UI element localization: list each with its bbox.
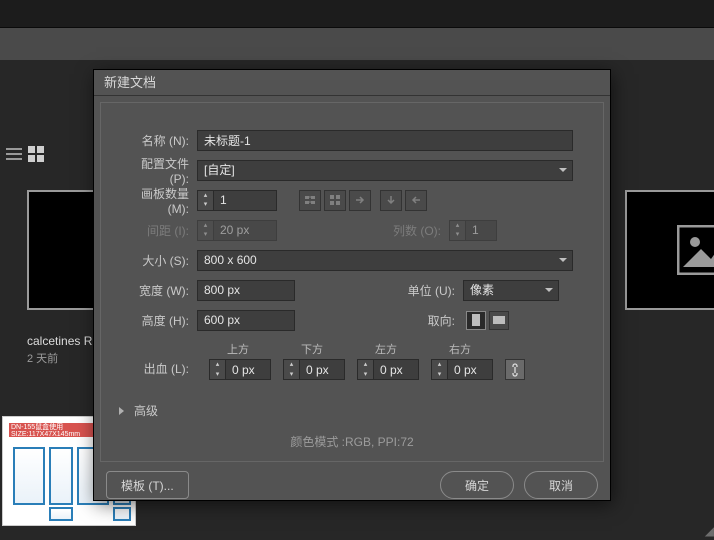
bleed-bottom-input[interactable] xyxy=(300,360,344,379)
label-bleed-left: 左方 xyxy=(357,341,419,357)
new-document-dialog: 新建文档 名称 (N): 配置文件 (P): [自定] 画板数量 (M): ▴▾ xyxy=(94,70,610,500)
label-width: 宽度 (W): xyxy=(119,282,197,299)
label-bleed-top: 上方 xyxy=(209,341,271,357)
arrange-grid-row-icon xyxy=(299,190,321,211)
spinner-handle-icon[interactable]: ▴▾ xyxy=(198,191,214,210)
width-input[interactable] xyxy=(197,280,295,301)
image-placeholder-icon xyxy=(625,190,714,310)
bleed-left-input[interactable] xyxy=(374,360,418,379)
bleed-left-spinner[interactable]: ▴▾ xyxy=(357,359,419,380)
columns-input xyxy=(466,221,496,240)
resize-grip-icon[interactable]: ◢ xyxy=(705,524,712,538)
bleed-top-spinner[interactable]: ▴▾ xyxy=(209,359,271,380)
ok-button[interactable]: 确定 xyxy=(440,471,514,499)
bleed-bottom-spinner[interactable]: ▴▾ xyxy=(283,359,345,380)
name-input[interactable] xyxy=(197,130,573,151)
dialog-title: 新建文档 xyxy=(94,70,610,96)
recent-file-2-subtitle: 8 下午 xyxy=(625,350,714,366)
label-bleed: 出血 (L): xyxy=(119,359,197,380)
advanced-label: 高级 xyxy=(134,402,158,419)
bleed-right-spinner[interactable]: ▴▾ xyxy=(431,359,493,380)
size-select[interactable]: 800 x 600 xyxy=(197,250,573,271)
bleed-link-button[interactable] xyxy=(505,359,525,380)
bleed-right-input[interactable] xyxy=(448,360,492,379)
dialog-body: 名称 (N): 配置文件 (P): [自定] 画板数量 (M): ▴▾ xyxy=(100,102,604,462)
label-size: 大小 (S): xyxy=(119,252,197,269)
thumb-red-line2: SIZE:117X47X145mm xyxy=(11,431,80,438)
label-bleed-bottom: 下方 xyxy=(283,341,345,357)
app-toolbar xyxy=(0,28,714,60)
cancel-button[interactable]: 取消 xyxy=(524,471,598,499)
height-input[interactable] xyxy=(197,310,295,331)
thumb-red-line1: DN-155鼠盒使用 xyxy=(11,424,63,431)
artboard-count-spinner[interactable]: ▴▾ xyxy=(197,190,277,211)
orientation-landscape-button[interactable] xyxy=(489,311,509,330)
dialog-footer: 模板 (T)... 确定 取消 xyxy=(94,462,610,508)
templates-button[interactable]: 模板 (T)... xyxy=(106,471,189,499)
artboard-count-input[interactable] xyxy=(214,191,276,210)
view-list-icon[interactable] xyxy=(6,146,22,162)
label-orientation: 取向: xyxy=(391,312,463,329)
spacing-spinner: ▴▾ xyxy=(197,220,277,241)
bleed-top-input[interactable] xyxy=(226,360,270,379)
units-select[interactable]: 像素 xyxy=(463,280,559,301)
view-toggle-group xyxy=(6,146,44,162)
label-units: 单位 (U): xyxy=(391,282,463,299)
recent-file-2[interactable]: OTON 3.ai 8 下午 xyxy=(625,190,714,366)
profile-select[interactable]: [自定] xyxy=(197,160,573,181)
artboard-arrange-group xyxy=(299,190,427,211)
label-height: 高度 (H): xyxy=(119,312,197,329)
spacing-input xyxy=(214,221,276,240)
label-spacing: 间距 (I): xyxy=(119,222,197,239)
recent-file-2-title: OTON 3.ai xyxy=(625,334,714,348)
label-artboard-count: 画板数量 (M): xyxy=(119,185,197,216)
label-name: 名称 (N): xyxy=(119,132,197,149)
label-bleed-right: 右方 xyxy=(431,341,493,357)
label-columns: 列数 (O): xyxy=(377,222,449,239)
orientation-portrait-button[interactable] xyxy=(466,311,486,330)
color-mode-text: 颜色模式 :RGB, PPI:72 xyxy=(119,433,585,450)
arrange-col-icon xyxy=(380,190,402,211)
label-profile: 配置文件 (P): xyxy=(119,155,197,186)
columns-spinner: ▴▾ xyxy=(449,220,497,241)
view-grid-icon[interactable] xyxy=(28,146,44,162)
arrange-row-rtl-icon xyxy=(349,190,371,211)
arrange-grid-col-icon xyxy=(324,190,346,211)
chevron-right-icon xyxy=(119,407,128,415)
app-topbar xyxy=(0,0,714,28)
advanced-disclosure[interactable]: 高级 xyxy=(119,402,585,419)
arrange-row-ltr-icon xyxy=(405,190,427,211)
